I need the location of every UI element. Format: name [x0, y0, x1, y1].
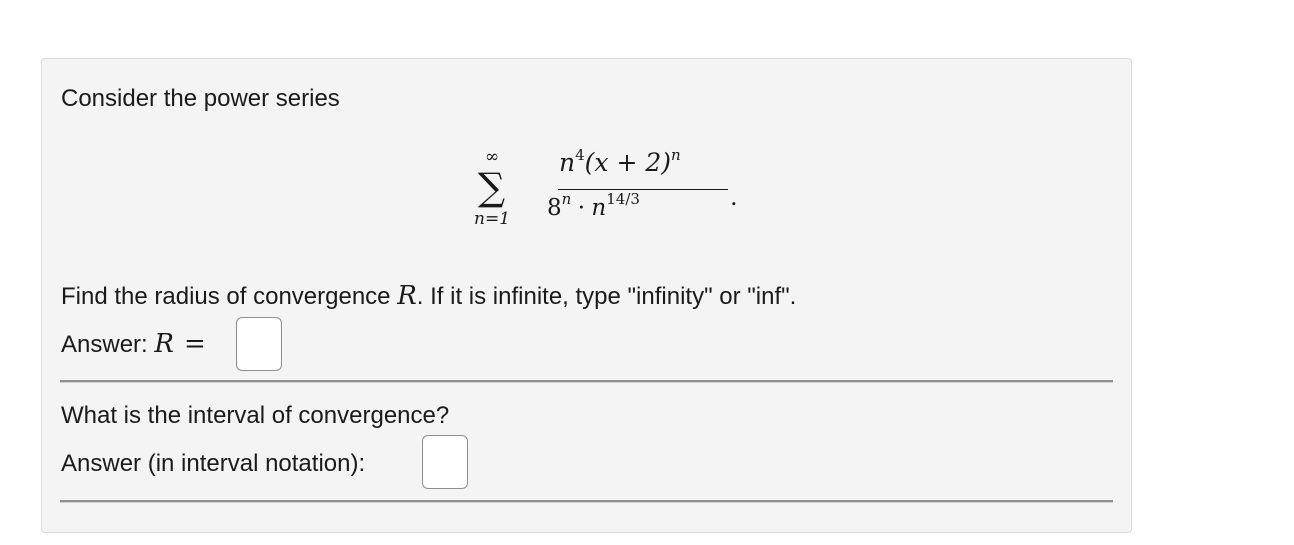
sum-lower-limit: n=1	[474, 209, 511, 229]
summation-symbol: ∑	[478, 165, 506, 209]
formula-period: .	[730, 183, 738, 211]
intro-text: Consider the power series	[61, 85, 340, 112]
section-divider-2	[60, 500, 1113, 503]
radius-prompt-after: . If it is infinite, type "infinity" or …	[416, 283, 797, 310]
fraction-denominator: 8n · n14/3	[547, 190, 640, 226]
fraction-numerator: n4(x + 2)n	[559, 146, 681, 182]
denominator-dot: ·	[577, 195, 586, 221]
radius-answer-label: Answer: R =	[61, 330, 206, 359]
numerator-parenthesis: (x + 2)	[584, 148, 672, 177]
power-series-formula: ∞ ∑ n=1 n4(x + 2)n 8n · n14/3 .	[472, 146, 738, 247]
question-card: Consider the power series ∞ ∑ n=1 n4(x +…	[41, 58, 1132, 533]
denominator-exponent: 14/3	[606, 190, 640, 208]
numerator-exponent: 4	[575, 146, 585, 164]
sum-upper-limit: ∞	[485, 147, 500, 167]
radius-answer-label-text: Answer:	[61, 331, 155, 358]
fraction-bar	[558, 189, 728, 190]
radius-prompt: Find the radius of convergence R. If it …	[61, 282, 796, 311]
radius-answer-variable: R	[154, 329, 174, 359]
denominator-base: 8	[547, 195, 562, 221]
interval-answer-label: Answer (in interval notation):	[61, 450, 366, 477]
radius-prompt-before: Find the radius of convergence	[61, 283, 398, 310]
numerator-n: n	[559, 148, 576, 177]
radius-prompt-variable: R	[397, 281, 417, 311]
radius-answer-equals: =	[183, 329, 206, 359]
interval-answer-input[interactable]	[422, 435, 468, 489]
denominator-n: n	[591, 195, 607, 221]
section-divider-1	[60, 380, 1113, 383]
radius-answer-input[interactable]	[236, 317, 282, 371]
interval-prompt: What is the interval of convergence?	[61, 402, 450, 429]
numerator-paren-exponent: n	[671, 146, 681, 164]
denominator-base-exponent: n	[561, 190, 572, 208]
